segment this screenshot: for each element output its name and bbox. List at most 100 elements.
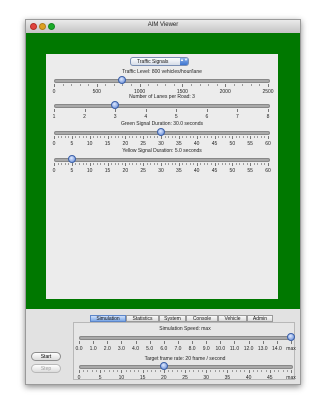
speed-slider-tick-label: 12.0 (243, 346, 254, 352)
slider-3-tick-label: 45 (211, 168, 218, 174)
slider-3-minor-tick (61, 163, 63, 165)
slider-2-minor-tick (207, 136, 209, 138)
framerate-slider-minor-tick (193, 370, 195, 372)
slider-3-minor-tick (157, 163, 159, 165)
slider-3-track[interactable] (54, 158, 270, 162)
speed-slider-tick (248, 341, 250, 344)
slider-3-tick (54, 163, 55, 166)
slider-3-minor-tick (260, 163, 262, 165)
slider-3-minor-tick (82, 163, 84, 165)
slider-1-tick-label: 5 (174, 114, 178, 120)
slider-1-tick-label: 8 (266, 114, 270, 120)
tab-admin[interactable]: Admin (247, 315, 273, 322)
framerate-slider-tick (100, 370, 102, 373)
framerate-slider-tick-label: max (286, 375, 296, 381)
slider-1-tick (237, 109, 239, 112)
slider-3-tick-label: 10 (86, 168, 93, 174)
slider-2-ticks (54, 136, 269, 139)
slider-0-track[interactable] (54, 79, 270, 83)
slider-3-minor-tick (57, 163, 59, 165)
slider-1-tick-label: 1 (52, 114, 56, 120)
tab-console[interactable]: Console (186, 315, 218, 322)
slider-1-tick (54, 109, 55, 112)
speed-slider-tick (220, 341, 222, 344)
slider-3-minor-tick (111, 163, 113, 165)
speed-slider-tick-label: 13.0 (257, 346, 268, 352)
slider-1-track[interactable] (54, 104, 270, 108)
slider-2-tick (89, 136, 91, 139)
step-button[interactable]: Step (31, 364, 61, 373)
speed-slider-tick-label: 11.0 (229, 346, 240, 352)
tab-vehicle[interactable]: Vehicle (218, 315, 247, 322)
framerate-slider-minor-tick (282, 370, 284, 372)
speed-slider-tick-label: 0.0 (75, 346, 83, 352)
slider-3-minor-tick (93, 163, 95, 165)
slider-2-minor-tick (78, 136, 80, 138)
slider-3-minor-tick (86, 163, 88, 165)
framerate-slider-minor-tick (134, 370, 136, 372)
framerate-slider-minor-tick (172, 370, 174, 372)
slider-2-minor-tick (150, 136, 152, 138)
slider-2-minor-tick (103, 136, 105, 138)
slider-2-thumb[interactable] (157, 128, 165, 136)
framerate-slider-tick (291, 370, 292, 373)
slider-3-minor-tick (153, 163, 155, 165)
slider-3-minor-tick (164, 163, 166, 165)
speed-label: Simulation Speed: max (159, 326, 211, 332)
speed-slider-tick-label: 10.0 (215, 346, 226, 352)
tab-simulation[interactable]: Simulation (90, 315, 126, 322)
slider-3-minor-tick (139, 163, 141, 165)
tab-statistics[interactable]: Statistics (126, 315, 159, 322)
slider-0-minor-tick (71, 84, 73, 86)
slider-2-minor-tick (228, 136, 230, 138)
framerate-slider-minor-tick (197, 370, 199, 372)
slider-3-minor-tick (128, 163, 130, 165)
framerate-slider-tick (269, 370, 271, 373)
framerate-slider-tick-label: 25 (182, 375, 188, 381)
slider-3-tick (71, 163, 73, 166)
slider-2-tick (107, 136, 109, 139)
framerate-slider-minor-tick (125, 370, 127, 372)
slider-1-tick (206, 109, 208, 112)
slider-label: Yellow Signal Duration: 5.0 seconds (122, 148, 202, 154)
slider-3-thumb[interactable] (67, 155, 76, 163)
slider-2-minor-tick (243, 136, 245, 138)
slider-2-minor-tick (86, 136, 88, 138)
framerate-slider-minor-tick (257, 370, 259, 372)
slider-3-tick-label: 25 (140, 168, 146, 174)
framerate-slider-minor-tick (95, 370, 97, 372)
slider-1-tick-label: 7 (236, 114, 239, 120)
slider-3-minor-tick (221, 163, 223, 165)
speed-slider-tick (135, 341, 137, 344)
slider-2-minor-tick (260, 136, 262, 138)
speed-slider-tick (177, 341, 179, 344)
mode-dropdown[interactable]: Traffic Signals ▲▼ (130, 57, 189, 66)
speed-slider-thumb[interactable] (287, 333, 295, 341)
slider-2-minor-tick (118, 136, 120, 138)
tab-system[interactable]: System (159, 315, 186, 322)
speed-slider-track[interactable] (79, 336, 293, 340)
framerate-slider-tick-label: 30 (203, 375, 209, 381)
framerate-slider-track[interactable] (79, 365, 293, 369)
slider-2-minor-tick (171, 136, 173, 138)
slider-0-minor-tick (259, 84, 261, 86)
slider-0-minor-tick (113, 84, 115, 86)
slider-0-minor-tick (242, 84, 244, 86)
slider-1-tick (268, 109, 269, 112)
slider-3-minor-tick (210, 163, 212, 165)
slider-2-minor-tick (114, 136, 116, 138)
slider-3-minor-tick (189, 163, 191, 165)
framerate-slider-minor-tick (159, 370, 161, 372)
slider-0-tick (268, 84, 269, 87)
speed-slider-tick-label: 4.0 (132, 346, 140, 352)
slider-3-minor-tick (96, 163, 98, 165)
framerate-slider-tick-label: 0 (77, 375, 81, 381)
start-button[interactable]: Start (31, 352, 61, 361)
updown-arrows-icon: ▲▼ (180, 58, 188, 65)
slider-2-minor-tick (128, 136, 130, 138)
slider-3-tick (107, 163, 109, 166)
framerate-slider-thumb[interactable] (159, 362, 168, 370)
framerate-slider-minor-tick (117, 370, 119, 372)
slider-3-tick (268, 163, 269, 166)
slider-2-minor-tick (200, 136, 202, 138)
